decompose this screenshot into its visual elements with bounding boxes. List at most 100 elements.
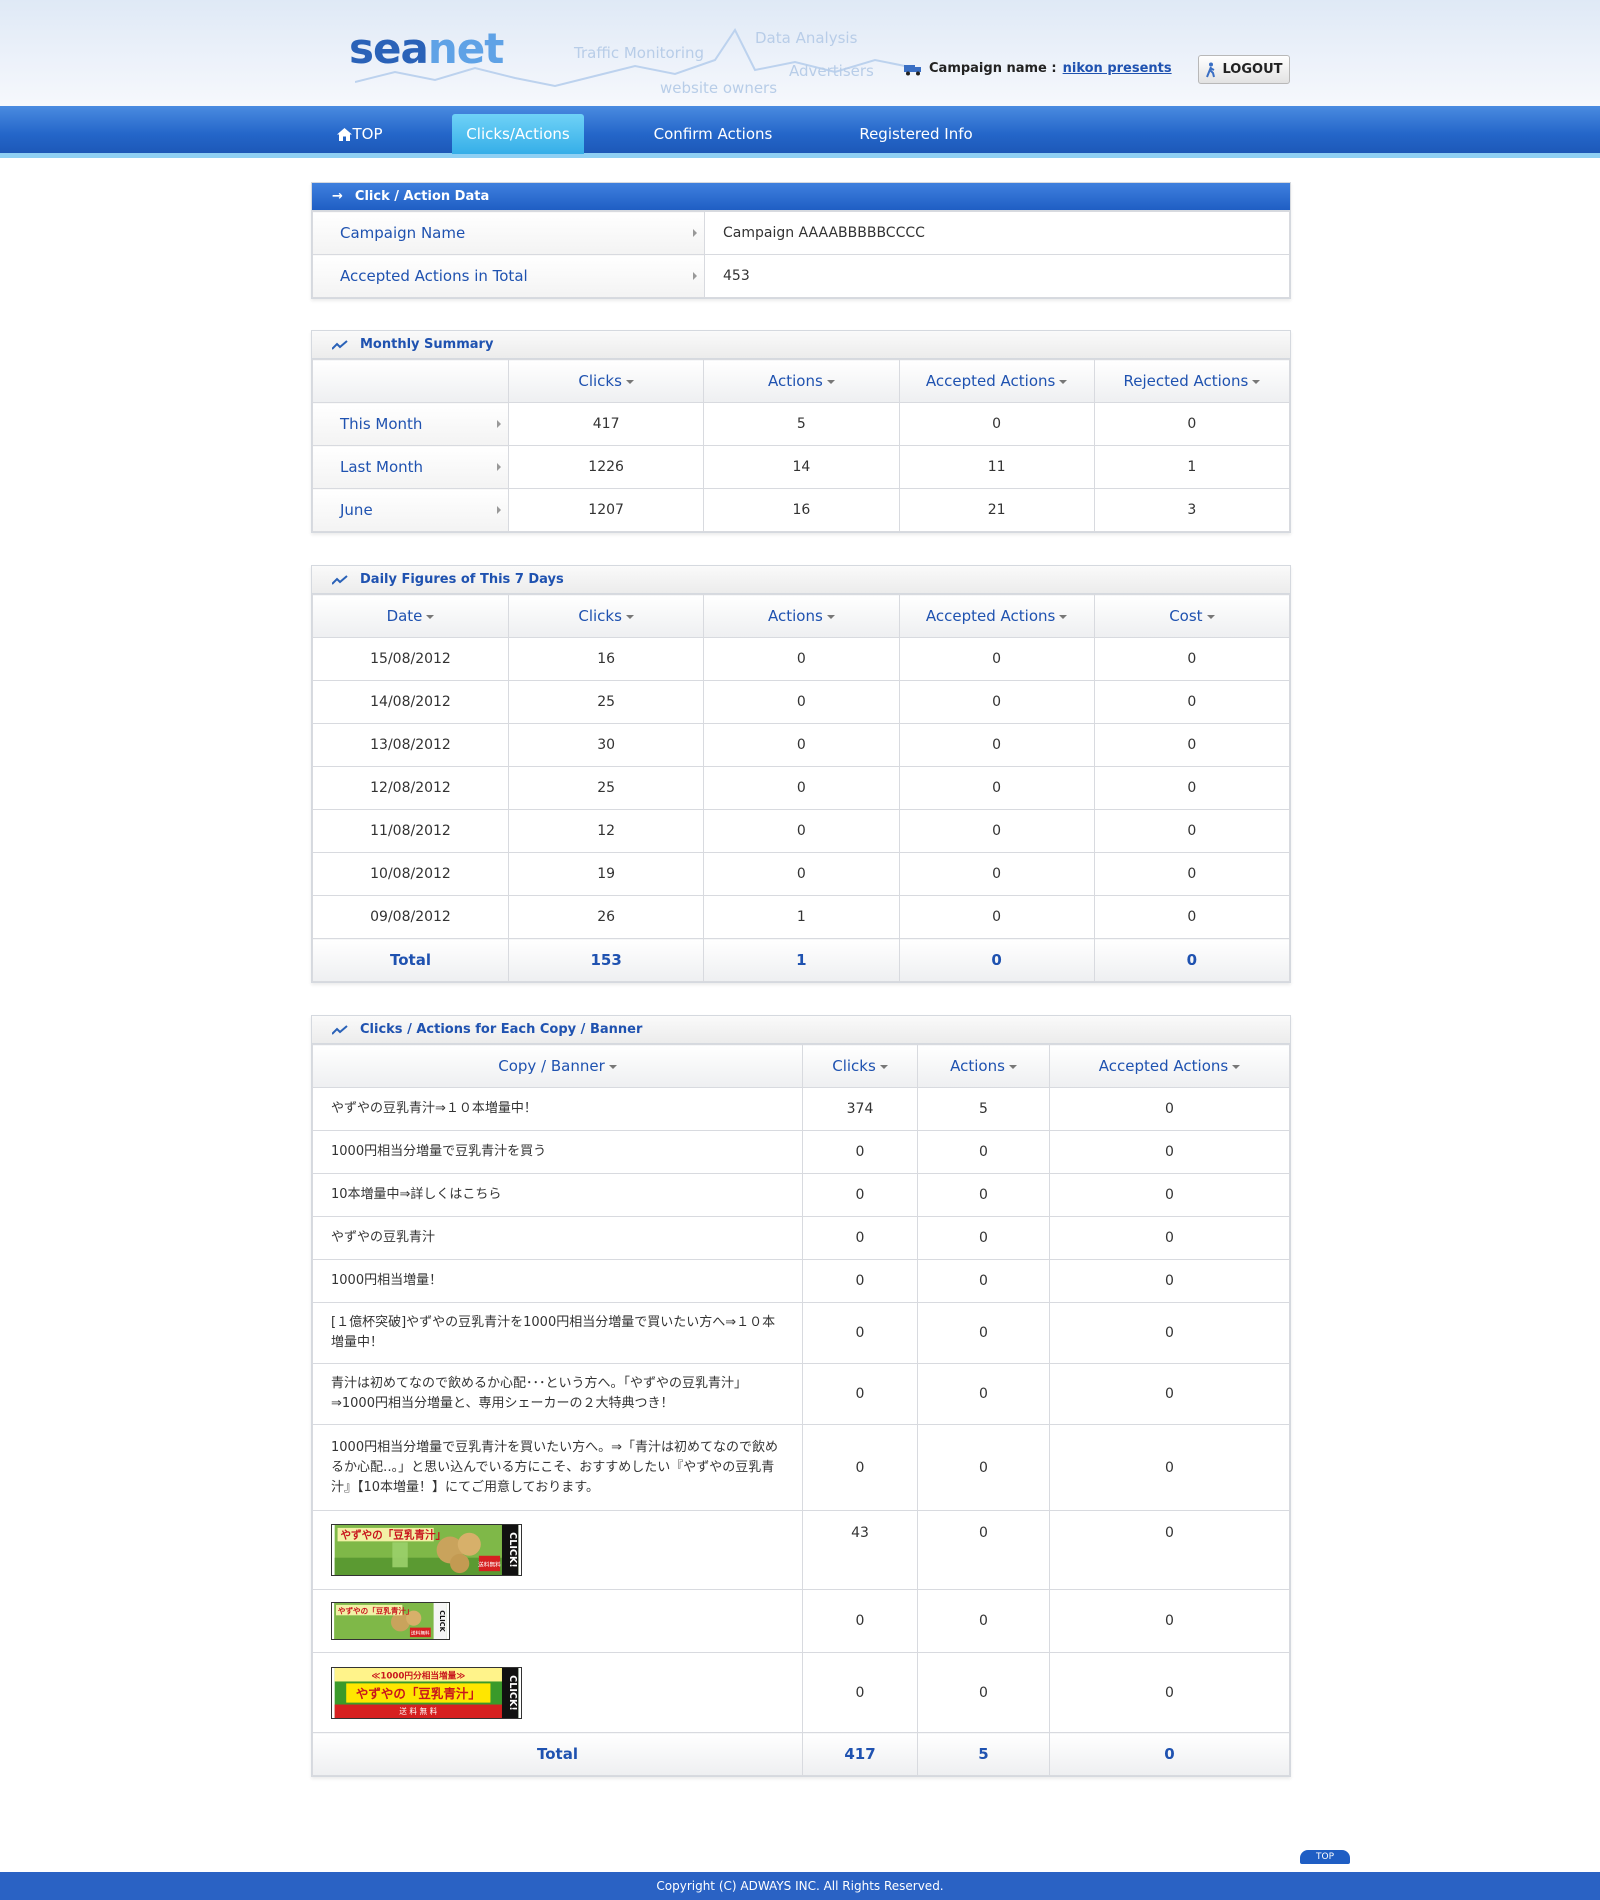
- sort-caret-icon: [1206, 614, 1215, 619]
- logo[interactable]: seanet: [349, 24, 504, 73]
- sort-caret-icon: [1059, 614, 1068, 619]
- copy-text: 1000円相当増量！: [312, 1259, 803, 1303]
- banner-image[interactable]: CLICK! やずやの「豆乳青汁」 送料無料: [331, 1524, 522, 1576]
- row-label[interactable]: June: [312, 488, 509, 532]
- row-label: Campaign Name: [312, 211, 705, 255]
- cell: 0: [917, 1510, 1050, 1590]
- row-label[interactable]: Last Month: [312, 445, 509, 489]
- panel-title: Click / Action Data: [354, 189, 490, 204]
- cell: 0: [1093, 723, 1291, 767]
- col-clicks[interactable]: Clicks: [507, 594, 705, 638]
- table-row: CLICK やずやの「豆乳青汁」 送料無料 0 0 0: [312, 1589, 1290, 1653]
- cell: 0: [917, 1302, 1050, 1364]
- walking-person-icon: [1206, 62, 1216, 77]
- copy-banner-table: Copy / Banner Clicks Actions Accepted Ac…: [312, 1044, 1290, 1776]
- cell: 0: [1049, 1424, 1290, 1511]
- cell: 1: [703, 895, 900, 939]
- nav-confirm-actions[interactable]: Confirm Actions: [640, 114, 786, 154]
- cell: 0: [898, 637, 1095, 681]
- col-actions[interactable]: Actions: [703, 594, 900, 638]
- total-row: Total 153 1 0 0: [312, 938, 1291, 982]
- cell: 0: [1093, 637, 1291, 681]
- cell: 0: [1093, 402, 1291, 446]
- table-row: 1000円相当分増量で豆乳青汁を買う 0 0 0: [312, 1130, 1290, 1174]
- col-accepted-actions[interactable]: Accepted Actions: [898, 359, 1095, 403]
- monthly-summary-table: Clicks Actions Accepted Actions Rejected…: [312, 359, 1291, 532]
- nav-top[interactable]: TOP: [330, 114, 390, 154]
- blank-header: [312, 359, 509, 403]
- table-row: 13/08/2012 30 0 0 0: [312, 723, 1291, 767]
- cell: 26: [507, 895, 705, 939]
- cell: 0: [802, 1130, 918, 1174]
- svg-text:やずやの「豆乳青汁」: やずやの「豆乳青汁」: [340, 1528, 446, 1541]
- trend-icon: [332, 1024, 348, 1035]
- table-row: 1000円相当分増量で豆乳青汁を買いたい方へ。⇒「青汁は初めてなので飲めるか心配…: [312, 1424, 1290, 1511]
- nav-clicks-actions[interactable]: Clicks/Actions: [452, 114, 584, 154]
- table-row: ≪1000円分相当増量≫ やずやの「豆乳青汁」 送 料 無 料 CLICK! 0…: [312, 1652, 1290, 1733]
- cell: Total: [312, 1732, 803, 1776]
- cell: 0: [917, 1130, 1050, 1174]
- tagline: Data Analysis: [755, 29, 858, 47]
- copyright-text: Copyright (C) ADWAYS INC. All Rights Res…: [656, 1879, 944, 1893]
- main-nav: TOP Clicks/Actions Confirm Actions Regis…: [0, 106, 1600, 158]
- col-cost[interactable]: Cost: [1093, 594, 1291, 638]
- truck-icon: [904, 64, 921, 75]
- cell: 0: [898, 809, 1095, 853]
- panel-header: Monthly Summary: [312, 331, 1290, 359]
- sort-caret-icon: [625, 379, 634, 384]
- banner-image[interactable]: ≪1000円分相当増量≫ やずやの「豆乳青汁」 送 料 無 料 CLICK!: [331, 1666, 522, 1719]
- cell: 21: [898, 488, 1095, 532]
- cell: 1207: [507, 488, 705, 532]
- cell: 0: [1093, 680, 1291, 724]
- cell: 30: [507, 723, 705, 767]
- cell: 1: [1093, 445, 1291, 489]
- table-header-row: Date Clicks Actions Accepted Actions Cos…: [312, 594, 1291, 638]
- col-actions[interactable]: Actions: [917, 1044, 1050, 1088]
- panel-title: Monthly Summary: [360, 337, 494, 352]
- svg-text:送 料 無 料: 送 料 無 料: [399, 1706, 437, 1716]
- back-to-top-button[interactable]: TOP: [1300, 1850, 1350, 1864]
- copy-banner-panel: Clicks / Actions for Each Copy / Banner …: [311, 1015, 1291, 1777]
- copy-text: 青汁は初めてなので飲めるか心配･･･という方へ。「やずやの豆乳青汁」⇒1000円…: [312, 1363, 803, 1425]
- sort-caret-icon: [879, 1064, 888, 1069]
- col-date[interactable]: Date: [312, 594, 509, 638]
- cell: 25: [507, 680, 705, 724]
- row-label: Accepted Actions in Total: [312, 254, 705, 298]
- cell: 0: [802, 1173, 918, 1217]
- table-row: Accepted Actions in Total 453: [312, 254, 1290, 298]
- col-rejected-actions[interactable]: Rejected Actions: [1093, 359, 1291, 403]
- logout-button[interactable]: LOGOUT: [1198, 55, 1290, 84]
- sort-caret-icon: [625, 614, 634, 619]
- col-accepted-actions[interactable]: Accepted Actions: [1049, 1044, 1290, 1088]
- cell: 0: [1049, 1652, 1290, 1733]
- banner-image[interactable]: CLICK やずやの「豆乳青汁」 送料無料: [331, 1602, 450, 1640]
- cell: 0: [802, 1216, 918, 1260]
- cell: 0: [1049, 1216, 1290, 1260]
- col-clicks[interactable]: Clicks: [802, 1044, 918, 1088]
- cell: 0: [898, 852, 1095, 896]
- svg-text:やずやの「豆乳青汁」: やずやの「豆乳青汁」: [356, 1685, 481, 1700]
- cell: 0: [703, 766, 900, 810]
- table-header-row: Clicks Actions Accepted Actions Rejected…: [312, 359, 1291, 403]
- col-accepted-actions[interactable]: Accepted Actions: [898, 594, 1095, 638]
- nav-registered-info[interactable]: Registered Info: [848, 114, 984, 154]
- cell: 14: [703, 445, 900, 489]
- table-row: 15/08/2012 16 0 0 0: [312, 637, 1291, 681]
- svg-text:CLICK!: CLICK!: [507, 1675, 518, 1711]
- col-clicks[interactable]: Clicks: [507, 359, 705, 403]
- row-label[interactable]: This Month: [312, 402, 509, 446]
- cell: 0: [1049, 1510, 1290, 1590]
- cell: 0: [703, 809, 900, 853]
- cell: 417: [507, 402, 705, 446]
- col-copy-banner[interactable]: Copy / Banner: [312, 1044, 803, 1088]
- table-row: 11/08/2012 12 0 0 0: [312, 809, 1291, 853]
- nav-top-label: TOP: [352, 125, 383, 143]
- table-row: 10本増量中⇒詳しくはこちら 0 0 0: [312, 1173, 1290, 1217]
- cell: 12: [507, 809, 705, 853]
- copy-text: [１億杯突破]やずやの豆乳青汁を1000円相当分増量で買いたい方へ⇒１０本増量中…: [312, 1302, 803, 1364]
- campaign-name-link[interactable]: nikon presents: [1063, 61, 1172, 76]
- cell: 0: [703, 680, 900, 724]
- table-row: June 1207 16 21 3: [312, 488, 1291, 532]
- col-actions[interactable]: Actions: [703, 359, 900, 403]
- cell: 0: [1093, 938, 1291, 982]
